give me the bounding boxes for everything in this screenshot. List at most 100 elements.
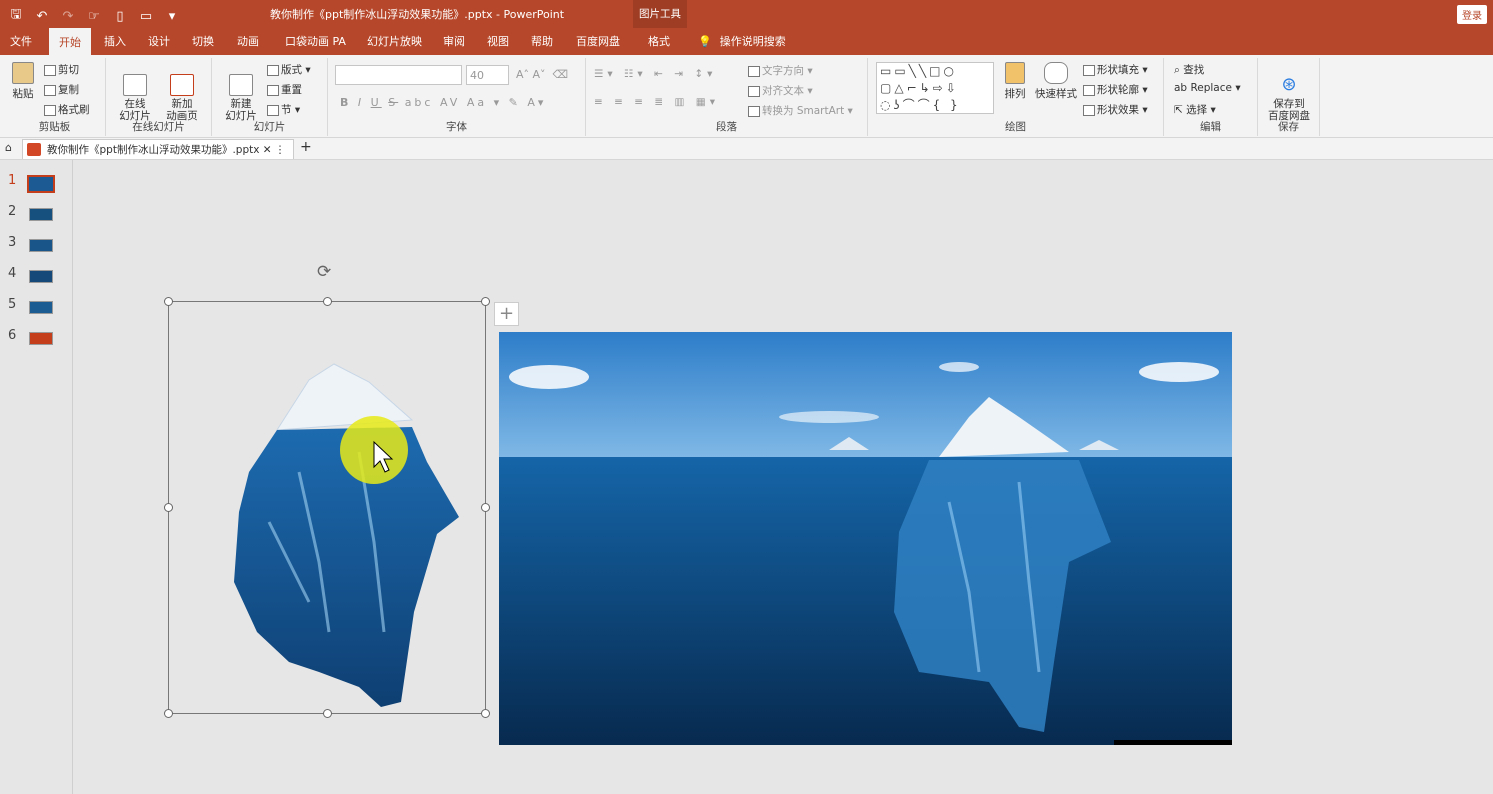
tab-home[interactable]: 开始 — [49, 28, 91, 55]
tab-view[interactable]: 视图 — [487, 33, 509, 49]
font-grow-shrink[interactable]: A˄ A˅ ⌫ — [516, 68, 568, 81]
online-slide-icon — [123, 74, 147, 96]
resize-handle[interactable] — [164, 709, 173, 718]
new-slide-button[interactable]: 新建 幻灯片 — [218, 62, 264, 122]
paragraph-group: ☰▾ ☷▾ ⇤ ⇥ ↕▾ ≡ ≡ ≡ ≣ ▥ ▦▾ 文字方向 ▾ 对齐文本 ▾ … — [586, 58, 868, 136]
paste-button[interactable]: 粘贴 — [8, 62, 38, 101]
format-painter-button[interactable]: 格式刷 — [44, 102, 90, 117]
login-button[interactable]: 登录 — [1457, 5, 1487, 24]
animation-page-icon — [170, 74, 194, 96]
font-name-field[interactable] — [335, 65, 462, 85]
save-to-baidu-button[interactable]: ⊛ 保存到 百度网盘 — [1264, 62, 1314, 122]
text-direction-icon — [748, 65, 760, 77]
online-slides-button[interactable]: 在线 幻灯片 — [114, 62, 156, 122]
tab-pocket-animation[interactable]: 口袋动画 PA — [285, 33, 346, 49]
tab-review[interactable]: 审阅 — [443, 33, 465, 49]
resize-handle[interactable] — [481, 503, 490, 512]
online-slides-label: 在线幻灯片 — [132, 121, 185, 133]
new-file-icon[interactable]: ▯ — [112, 9, 128, 24]
align-text-button[interactable]: 对齐文本 ▾ — [748, 83, 813, 98]
find-button[interactable]: ⌕ 查找 — [1174, 62, 1204, 77]
search-icon: ⌕ — [1174, 64, 1184, 76]
cut-button[interactable]: 剪切 — [44, 62, 79, 77]
thumb-number: 1 — [8, 173, 17, 188]
save-icon[interactable]: 🖫 — [8, 5, 24, 27]
font-size-field[interactable]: 40 — [466, 65, 509, 85]
effects-icon — [1083, 104, 1095, 116]
customize-qat-icon[interactable]: ▾ — [164, 9, 180, 24]
title-bar: 🖫 ↶ ↷ ☞ ▯ ▭ ▾ 教你制作《ppt制作冰山浮动效果功能》.pptx -… — [0, 0, 1493, 28]
tab-slideshow[interactable]: 幻灯片放映 — [367, 33, 422, 49]
new-tab-button[interactable]: + — [300, 139, 312, 155]
rotate-handle-icon[interactable]: ⟳ — [317, 262, 331, 282]
slide-thumbnail[interactable] — [29, 208, 53, 221]
tab-design[interactable]: 设计 — [148, 33, 170, 49]
drawing-label: 绘图 — [1005, 121, 1026, 133]
text-direction-button[interactable]: 文字方向 ▾ — [748, 63, 813, 78]
tab-help[interactable]: 帮助 — [531, 33, 553, 49]
tab-format[interactable]: 格式 — [648, 33, 670, 49]
home-icon[interactable]: ⌂ — [5, 141, 12, 154]
selected-iceberg-image[interactable]: ⟳ — [164, 262, 490, 718]
align-buttons[interactable]: ≡ ≡ ≡ ≣ ▥ ▦▾ — [594, 96, 719, 108]
editing-group: ⌕ 查找 ab Replace ▾ ⇱ 选择 ▾ 编辑 — [1164, 58, 1258, 136]
copy-icon — [44, 84, 56, 96]
shape-effects-button[interactable]: 形状效果 ▾ — [1083, 102, 1148, 117]
slide-image[interactable] — [499, 332, 1232, 745]
resize-handle[interactable] — [164, 297, 173, 306]
tab-animations[interactable]: 动画 — [237, 33, 259, 49]
smartart-button[interactable]: 转换为 SmartArt ▾ — [748, 103, 853, 118]
quick-styles-button[interactable]: 快速样式 — [1034, 62, 1078, 101]
window-title: 教你制作《ppt制作冰山浮动效果功能》.pptx - PowerPoint — [270, 8, 565, 21]
resize-handle[interactable] — [323, 709, 332, 718]
close-tab-icon[interactable]: ✕ ⋮ — [263, 144, 286, 156]
slide-thumbnail[interactable] — [29, 332, 53, 345]
section-button[interactable]: 节 ▾ — [267, 102, 300, 117]
redo-icon[interactable]: ↷ — [60, 9, 76, 24]
paint-bucket-icon — [1083, 64, 1095, 76]
reset-button[interactable]: 重置 — [267, 82, 302, 97]
slide-thumbnail[interactable] — [29, 239, 53, 252]
slide-thumbnail[interactable] — [27, 175, 55, 193]
tab-insert[interactable]: 插入 — [104, 33, 126, 49]
iceberg-cutout — [234, 363, 459, 707]
thumb-number: 3 — [8, 235, 17, 250]
arrange-button[interactable]: 排列 — [1000, 62, 1030, 101]
touch-mode-icon[interactable]: ☞ — [86, 9, 102, 24]
font-group: 40 A˄ A˅ ⌫ B I U S abc AV Aa ▾ ✎ A▾ 字体 — [328, 58, 586, 136]
select-button[interactable]: ⇱ 选择 ▾ — [1174, 102, 1216, 117]
quick-access-toolbar: 🖫 ↶ ↷ ☞ ▯ ▭ ▾ — [8, 5, 180, 27]
new-animation-page-button[interactable]: 新加 动画页 — [160, 62, 204, 122]
tab-file[interactable]: 文件 — [10, 33, 32, 49]
clipboard-label: 剪贴板 — [38, 121, 71, 133]
document-tab[interactable]: 教你制作《ppt制作冰山浮动效果功能》.pptx ✕ ⋮ — [22, 139, 295, 159]
shapes-gallery[interactable]: ▭▭╲╲□○ ▢△⌐↳⇨⇩ ◌ʖ⌒⌒{ } — [876, 62, 994, 114]
resize-handle[interactable] — [164, 503, 173, 512]
undo-icon[interactable]: ↶ — [34, 9, 50, 24]
drawing-group: ▭▭╲╲□○ ▢△⌐↳⇨⇩ ◌ʖ⌒⌒{ } 排列 快速样式 形状填充 ▾ 形状轮廓 … — [868, 58, 1164, 136]
tell-me-search[interactable]: 💡 操作说明搜索 — [698, 33, 786, 49]
font-format-buttons[interactable]: B I U S abc AV Aa ▾ ✎ A▾ — [340, 96, 546, 109]
copy-button[interactable]: 复制 — [44, 82, 79, 97]
open-folder-icon[interactable]: ▭ — [138, 9, 154, 24]
list-buttons[interactable]: ☰▾ ☷▾ ⇤ ⇥ ↕▾ — [594, 68, 716, 80]
replace-button[interactable]: ab Replace ▾ — [1174, 82, 1241, 94]
layout-button[interactable]: 版式 ▾ — [267, 62, 311, 77]
scissors-icon — [44, 64, 56, 76]
iceberg-background-image — [499, 332, 1232, 745]
add-button[interactable]: + — [494, 302, 519, 326]
shape-outline-button[interactable]: 形状轮廓 ▾ — [1083, 82, 1148, 97]
resize-handle[interactable] — [323, 297, 332, 306]
clipboard-icon — [12, 62, 34, 84]
slide-thumbnail[interactable] — [29, 270, 53, 283]
lightbulb-icon: 💡 — [698, 34, 712, 48]
tab-transitions[interactable]: 切换 — [192, 33, 214, 49]
slide-thumbnail[interactable] — [29, 301, 53, 314]
resize-handle[interactable] — [481, 709, 490, 718]
shape-fill-button[interactable]: 形状填充 ▾ — [1083, 62, 1148, 77]
pencil-icon — [1083, 84, 1095, 96]
tab-baidu[interactable]: 百度网盘 — [576, 33, 620, 49]
powerpoint-icon — [27, 143, 41, 156]
resize-handle[interactable] — [481, 297, 490, 306]
editing-label: 编辑 — [1200, 121, 1221, 133]
